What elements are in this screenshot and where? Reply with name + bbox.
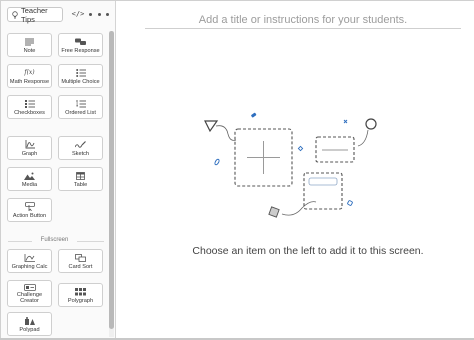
component-label: Sketch bbox=[71, 151, 90, 157]
challenge-creator-icon bbox=[8, 283, 51, 292]
connector-line bbox=[215, 125, 237, 141]
component-label: Table bbox=[73, 182, 88, 188]
table-icon bbox=[59, 171, 102, 180]
component-label: Polypad bbox=[19, 327, 40, 333]
component-tile-note[interactable]: Note bbox=[7, 33, 52, 57]
multiple-choice-icon bbox=[59, 68, 102, 77]
media-icon bbox=[8, 171, 51, 180]
component-label: Graphing Calc bbox=[11, 264, 48, 270]
component-tile-graph[interactable]: Graph bbox=[7, 136, 52, 160]
ordered-list-icon bbox=[59, 99, 102, 108]
screen-title-input[interactable] bbox=[145, 12, 461, 29]
polypad-icon bbox=[8, 316, 51, 325]
accent-x-mark bbox=[343, 119, 348, 124]
accent-mark bbox=[251, 112, 257, 118]
component-tile-free-response[interactable]: Free Response bbox=[58, 33, 103, 57]
connector-line bbox=[357, 129, 369, 147]
action-button-icon bbox=[8, 202, 51, 211]
component-label: Free Response bbox=[61, 48, 100, 54]
sketch-icon bbox=[59, 140, 102, 149]
graph-icon bbox=[8, 140, 51, 149]
more-dot-icon bbox=[106, 12, 109, 16]
connector-line bbox=[281, 201, 317, 216]
teacher-tips-label: Teacher Tips bbox=[21, 5, 48, 24]
fullscreen-divider bbox=[77, 241, 104, 242]
component-sidebar: Teacher Tips </> Note Free Response f(x)… bbox=[1, 1, 116, 338]
component-tile-action-button[interactable]: Action Button bbox=[7, 198, 52, 222]
polygraph-icon bbox=[59, 287, 102, 296]
component-label: Multiple Choice bbox=[61, 79, 100, 85]
accent-mark bbox=[347, 200, 353, 206]
more-options-button[interactable] bbox=[89, 8, 109, 20]
accent-mark bbox=[297, 145, 304, 152]
component-label: Action Button bbox=[12, 213, 47, 219]
fullscreen-section-label: Fullscreen bbox=[40, 237, 69, 243]
text-field-shape bbox=[308, 177, 338, 186]
note-icon bbox=[8, 37, 51, 46]
code-icon: </> bbox=[71, 10, 85, 18]
component-label: Note bbox=[23, 48, 36, 54]
fullscreen-divider bbox=[8, 241, 32, 242]
component-tile-table[interactable]: Table bbox=[58, 167, 103, 191]
component-label: Challenge Creator bbox=[16, 292, 43, 304]
component-label: Polygraph bbox=[67, 298, 94, 304]
math-response-icon-text: f(x) bbox=[24, 69, 35, 76]
component-tile-polygraph[interactable]: Polygraph bbox=[58, 283, 103, 307]
more-dot-icon bbox=[97, 12, 101, 16]
sidebar-scrollbar-thumb[interactable] bbox=[109, 31, 114, 329]
accent-mark bbox=[214, 158, 220, 166]
component-tile-card-sort[interactable]: Card Sort bbox=[58, 249, 103, 273]
component-label: Card Sort bbox=[68, 264, 93, 270]
component-label: Math Response bbox=[9, 79, 50, 85]
code-toggle-button[interactable]: </> bbox=[71, 8, 85, 20]
lightbulb-icon bbox=[12, 10, 18, 19]
component-tile-checkboxes[interactable]: Checkboxes bbox=[7, 95, 52, 119]
component-label: Ordered List bbox=[65, 110, 96, 116]
empty-screen-hint: Choose an item on the left to add it to … bbox=[192, 245, 424, 257]
component-label: Media bbox=[21, 182, 38, 188]
component-tile-ordered-list[interactable]: Ordered List bbox=[58, 95, 103, 119]
empty-screen-illustration bbox=[204, 112, 377, 218]
component-tile-polypad[interactable]: Polypad bbox=[7, 312, 52, 336]
component-label: Checkboxes bbox=[14, 110, 45, 116]
component-label: Graph bbox=[21, 151, 38, 157]
component-tile-math-response[interactable]: f(x) Math Response bbox=[7, 64, 52, 88]
card-sort-icon bbox=[59, 253, 102, 262]
circle-shape bbox=[365, 118, 377, 130]
triangle-shape bbox=[204, 120, 219, 133]
graphing-calc-icon bbox=[8, 253, 51, 262]
diamond-shape bbox=[268, 206, 280, 218]
more-dot-icon bbox=[89, 12, 92, 16]
component-tile-sketch[interactable]: Sketch bbox=[58, 136, 103, 160]
free-response-icon bbox=[59, 37, 102, 46]
component-tile-graphing-calc[interactable]: Graphing Calc bbox=[7, 249, 52, 273]
component-tile-multiple-choice[interactable]: Multiple Choice bbox=[58, 64, 103, 88]
math-response-icon: f(x) bbox=[8, 68, 51, 77]
sidebar-toolbar: Teacher Tips </> bbox=[1, 1, 115, 27]
teacher-tips-button[interactable]: Teacher Tips bbox=[7, 5, 63, 24]
component-tile-challenge-creator[interactable]: Challenge Creator bbox=[7, 280, 52, 307]
component-tile-media[interactable]: Media bbox=[7, 167, 52, 191]
checkboxes-icon bbox=[8, 99, 51, 108]
